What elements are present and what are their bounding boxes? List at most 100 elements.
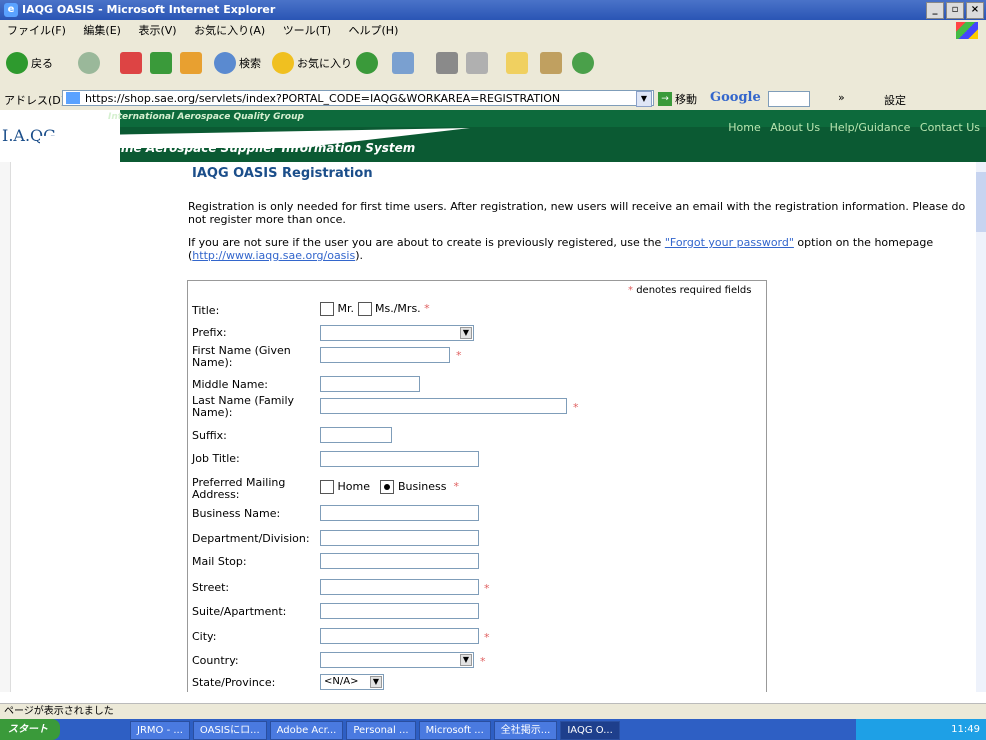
edit-button[interactable] bbox=[466, 50, 488, 76]
page-title: IAQG OASIS Registration bbox=[192, 166, 373, 181]
mail-stop-field[interactable] bbox=[320, 553, 479, 569]
city-field[interactable] bbox=[320, 628, 479, 644]
last-name-field[interactable] bbox=[320, 398, 567, 414]
task-bulletin[interactable]: 全社掲示... bbox=[493, 721, 558, 740]
middle-name-field[interactable] bbox=[320, 376, 420, 392]
mail-stop-label: Mail Stop: bbox=[192, 555, 247, 568]
messenger-button[interactable] bbox=[572, 50, 594, 76]
go-arrow-icon: → bbox=[658, 92, 672, 106]
menu-help[interactable]: ヘルプ(H) bbox=[342, 20, 406, 42]
last-name-label: Last Name (Family Name): bbox=[192, 394, 295, 419]
address-label: アドレス(D) bbox=[4, 94, 66, 107]
folder-button[interactable] bbox=[506, 50, 528, 76]
preferred-business-radio[interactable] bbox=[380, 480, 395, 494]
refresh-button[interactable] bbox=[150, 50, 172, 76]
business-name-label: Business Name: bbox=[192, 507, 281, 520]
first-name-field[interactable] bbox=[320, 347, 450, 363]
oasis-homepage-link[interactable]: http://www.iaqg.sae.org/oasis bbox=[192, 249, 355, 262]
first-name-label: First Name (Given Name): bbox=[192, 344, 291, 369]
nav-about-us[interactable]: About Us bbox=[770, 121, 820, 134]
favorites-button[interactable]: お気に入り bbox=[272, 50, 352, 76]
job-title-field[interactable] bbox=[320, 451, 479, 467]
task-personal[interactable]: Personal ... bbox=[346, 721, 416, 740]
messenger-icon bbox=[572, 52, 594, 74]
status-bar: ページが表示されました bbox=[0, 703, 986, 720]
page-icon bbox=[66, 92, 80, 104]
taskbar: スタート JRMO - ... OASISにロ... Adobe Acr... … bbox=[0, 719, 986, 740]
prefix-select[interactable]: ▼ bbox=[320, 325, 474, 341]
research-icon bbox=[540, 52, 562, 74]
intro-paragraph: Registration is only needed for first ti… bbox=[188, 200, 966, 226]
search-button[interactable]: 検索 bbox=[214, 50, 261, 76]
stop-button[interactable] bbox=[120, 50, 142, 76]
vertical-scrollbar[interactable] bbox=[976, 162, 986, 692]
title-radio-group: Mr. Ms./Mrs. * bbox=[320, 302, 430, 316]
stop-icon bbox=[120, 52, 142, 74]
forgot-password-paragraph: If you are not sure if the user you are … bbox=[188, 236, 934, 262]
task-microsoft[interactable]: Microsoft ... bbox=[418, 721, 491, 740]
task-oasis[interactable]: OASISにロ... bbox=[192, 721, 267, 740]
menu-bar: ファイル(F) 編集(E) 表示(V) お気に入り(A) ツール(T) ヘルプ(… bbox=[0, 20, 986, 43]
minimize-button[interactable]: _ bbox=[926, 2, 944, 19]
street-label: Street: bbox=[192, 581, 230, 594]
maximize-button[interactable]: ▫ bbox=[946, 2, 964, 19]
print-button[interactable] bbox=[436, 50, 458, 76]
page-content: IAQG OASIS Registration Registration is … bbox=[0, 162, 976, 692]
left-column bbox=[0, 162, 11, 692]
nav-help-guidance[interactable]: Help/Guidance bbox=[830, 121, 911, 134]
toolbar: 戻る 検索 お気に入り bbox=[0, 42, 986, 89]
site-banner: I.A.QG. International Aerospace Quality … bbox=[0, 110, 986, 162]
system-name: Online Aerospace Supplier Information Sy… bbox=[98, 141, 416, 155]
menu-view[interactable]: 表示(V) bbox=[131, 20, 183, 42]
suffix-field[interactable] bbox=[320, 427, 392, 443]
org-name: International Aerospace Quality Group bbox=[108, 112, 304, 122]
prefix-label: Prefix: bbox=[192, 326, 227, 339]
address-bar: アドレス(D) https://shop.sae.org/servlets/in… bbox=[0, 88, 986, 111]
preferred-home-radio[interactable] bbox=[320, 480, 334, 494]
back-button[interactable]: 戻る bbox=[6, 50, 53, 76]
mail-button[interactable] bbox=[392, 50, 414, 76]
task-iaqg[interactable]: IAQG O... bbox=[560, 721, 620, 740]
preferred-address-radio-group: Home Business * bbox=[320, 480, 459, 494]
task-adobe[interactable]: Adobe Acr... bbox=[269, 721, 344, 740]
menu-tools[interactable]: ツール(T) bbox=[276, 20, 338, 42]
go-button[interactable]: → 移動 bbox=[658, 91, 697, 107]
window-title: IAQG OASIS - Microsoft Internet Explorer bbox=[22, 3, 276, 16]
settings-button[interactable]: 設定 bbox=[884, 92, 906, 108]
title-label: Title: bbox=[192, 304, 220, 317]
street-field[interactable] bbox=[320, 579, 479, 595]
scrollbar-thumb[interactable] bbox=[976, 172, 986, 232]
suite-field[interactable] bbox=[320, 603, 479, 619]
menu-edit[interactable]: 編集(E) bbox=[76, 20, 128, 42]
history-button[interactable] bbox=[356, 50, 378, 76]
clock: 11:49 bbox=[951, 724, 980, 735]
business-name-field[interactable] bbox=[320, 505, 479, 521]
url-input[interactable]: https://shop.sae.org/servlets/index?PORT… bbox=[62, 90, 654, 106]
state-select[interactable]: <N/A> ▼ bbox=[320, 674, 384, 690]
close-button[interactable]: × bbox=[966, 2, 984, 19]
start-button[interactable]: スタート bbox=[0, 719, 60, 740]
forgot-password-link[interactable]: "Forgot your password" bbox=[665, 236, 794, 249]
toolbar-chevron-icon[interactable]: » bbox=[838, 91, 845, 104]
suffix-label: Suffix: bbox=[192, 429, 227, 442]
department-field[interactable] bbox=[320, 530, 479, 546]
forward-button[interactable] bbox=[78, 50, 100, 76]
menu-favorites[interactable]: お気に入り(A) bbox=[187, 20, 272, 42]
nav-contact-us[interactable]: Contact Us bbox=[920, 121, 980, 134]
history-icon bbox=[356, 52, 378, 74]
required-note: * denotes required fields bbox=[628, 285, 752, 296]
window-titlebar: e IAQG OASIS - Microsoft Internet Explor… bbox=[0, 0, 986, 20]
title-ms-radio[interactable] bbox=[357, 302, 372, 316]
home-button[interactable] bbox=[180, 50, 202, 76]
task-jrmo[interactable]: JRMO - ... bbox=[130, 721, 190, 740]
address-dropdown-button[interactable]: ▼ bbox=[636, 91, 652, 107]
nav-home[interactable]: Home bbox=[728, 121, 760, 134]
suite-label: Suite/Apartment: bbox=[192, 605, 287, 618]
menu-file[interactable]: ファイル(F) bbox=[0, 20, 73, 42]
city-label: City: bbox=[192, 630, 217, 643]
google-search-input[interactable] bbox=[768, 91, 810, 107]
title-mr-radio[interactable] bbox=[320, 302, 334, 316]
site-nav: Home About Us Help/Guidance Contact Us bbox=[722, 121, 980, 134]
country-select[interactable]: ▼ bbox=[320, 652, 474, 668]
research-button[interactable] bbox=[540, 50, 562, 76]
